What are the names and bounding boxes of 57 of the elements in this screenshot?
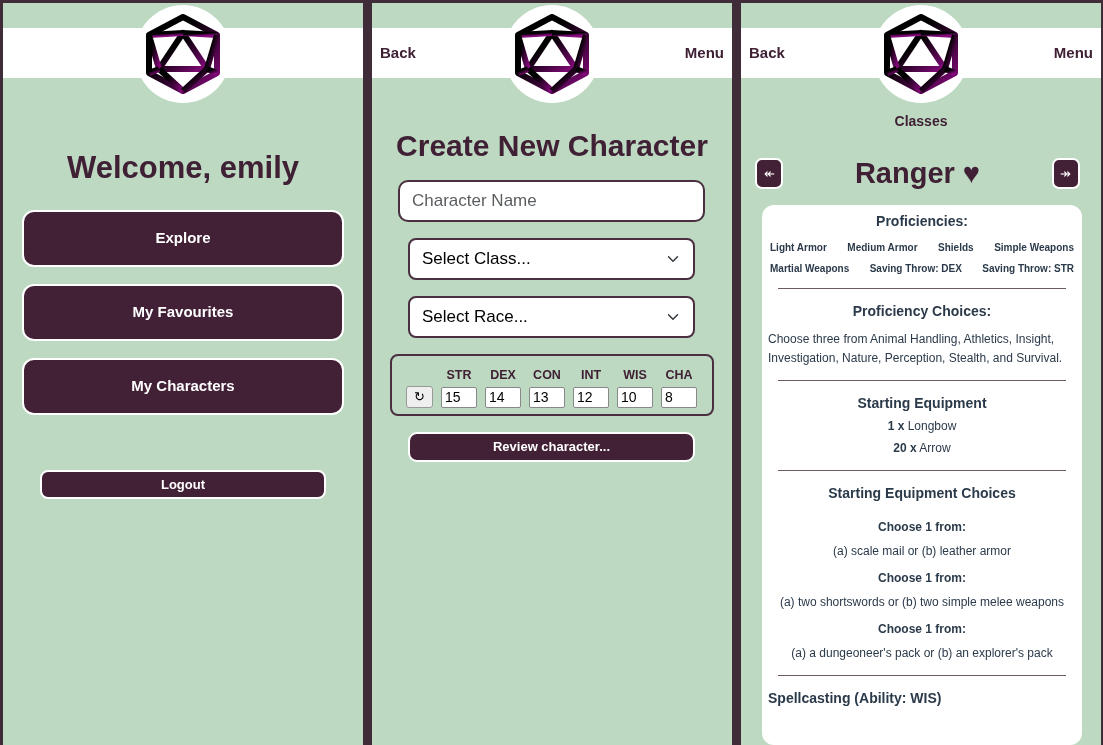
description-text: Choose three from Animal Handling, Athletics, Insight, Investigation, Nature, Perception, Stealth, and Survival. [768,330,1064,367]
page-title: Create New Character [395,128,709,164]
back-link[interactable]: Back [380,41,416,65]
page-title: Welcome, emily [66,149,300,187]
proficiency-tag: Shields [938,239,974,255]
d20-logo-icon [145,13,221,95]
dropdown[interactable]: Select Class... [408,238,695,280]
menu-button[interactable]: My Favourites [22,284,344,342]
choice-label: Choose 1 from: [877,620,967,638]
section-heading: Starting Equipment Choices [827,483,1017,503]
dropdown[interactable]: Select Race... [408,296,695,338]
quantity-text: 20 x [893,440,917,455]
logout-button[interactable]: Logout [40,470,326,500]
review-button[interactable]: Review character... [408,431,695,462]
item-name: Arrow [919,440,951,455]
proficiency-tag: Medium Armor [847,239,918,255]
back-link[interactable]: Back [749,41,785,65]
choice-label: Choose 1 from: [877,518,967,536]
reroll-button[interactable]: ↻ [406,385,433,408]
class-title: Ranger ♥ [854,156,981,191]
section-heading: Spellcasting (Ability: WIS) [768,688,943,708]
menu-button[interactable]: My Characters [22,358,344,416]
section-heading: Proficiencies: [875,211,969,231]
stat-label: INT [579,367,603,384]
d20-logo-icon [883,13,959,95]
next-button[interactable]: ↠ [1052,157,1080,189]
section-heading: Starting Equipment [856,393,988,413]
stat-field[interactable]: 14 [485,386,521,408]
stat-field[interactable]: 8 [661,386,697,408]
name-field[interactable]: Character Name [398,180,705,222]
stat-field[interactable]: 10 [617,386,653,408]
proficiency-tag: Saving Throw: STR [982,260,1074,276]
stat-field[interactable]: 13 [529,386,565,408]
menu-link[interactable]: Menu [1053,41,1093,65]
menu-link[interactable]: Menu [684,41,724,65]
choice-options: (a) two shortswords or (b) two simple melee weapons [768,592,1076,612]
d20-logo-icon [514,13,590,95]
proficiency-tag: Saving Throw: DEX [869,260,962,276]
proficiency-tag: Simple Weapons [994,239,1074,255]
stat-label: STR [445,367,473,384]
stat-field[interactable]: 15 [441,386,477,408]
section-label: Classes [893,112,949,131]
section-heading: Proficiency Choices: [851,301,993,321]
stat-field[interactable]: 12 [573,386,609,408]
item-name: Longbow [907,418,957,433]
stat-label: WIS [622,367,648,384]
choice-options: (a) a dungeoneer's pack or (b) an explorer's pack [768,643,1076,663]
menu-button[interactable]: Explore [22,210,344,268]
stat-label: DEX [489,367,517,384]
choice-label: Choose 1 from: [877,569,967,587]
choice-options: (a) scale mail or (b) leather armor [768,541,1076,561]
proficiency-tag: Martial Weapons [770,260,850,276]
stat-label: CHA [664,367,694,384]
proficiency-tag: Light Armor [770,239,827,255]
quantity-text: 1 x [887,418,905,433]
previous-button[interactable]: ↞ [755,157,783,189]
stat-label: CON [532,367,562,384]
